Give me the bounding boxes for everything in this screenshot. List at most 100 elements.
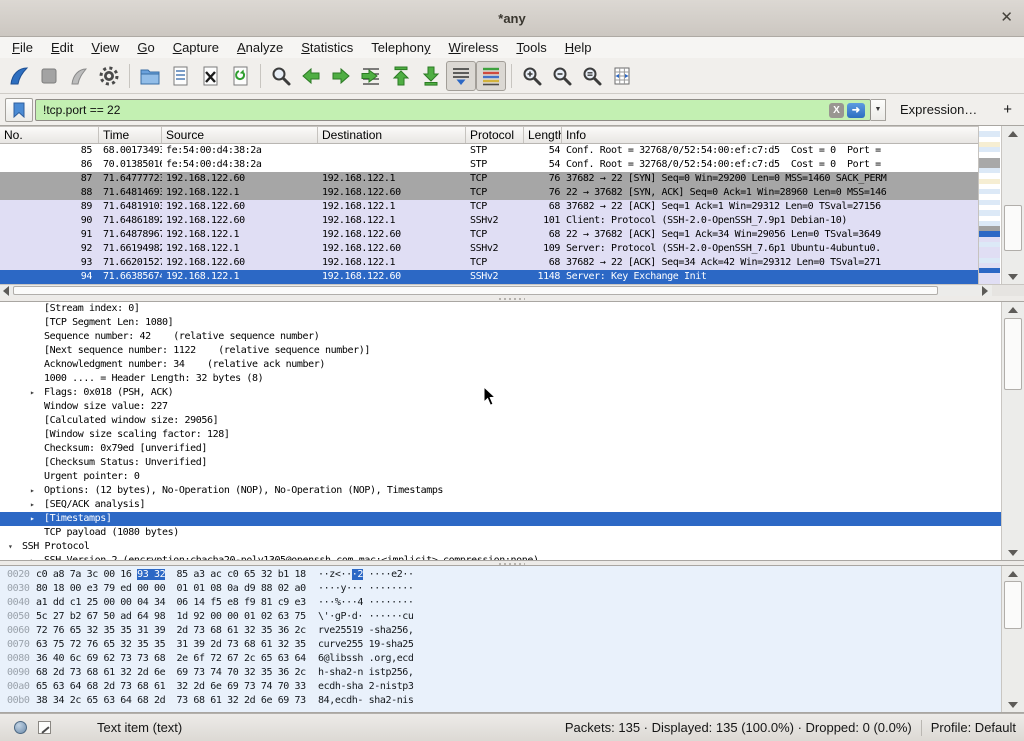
collapsed-arrow-icon[interactable]: ▸ — [30, 512, 34, 526]
packet-row-86[interactable]: 8670.013850163fe:54:00:d4:38:2aSTP54Conf… — [0, 158, 978, 172]
add-filter-button[interactable]: + — [1003, 101, 1012, 118]
column-header-no[interactable]: No. — [0, 127, 99, 143]
scroll-up-icon[interactable] — [1004, 127, 1022, 140]
collapsed-arrow-icon[interactable]: ▸ — [30, 386, 34, 400]
detail-line[interactable]: ▸Flags: 0x018 (PSH, ACK) — [0, 386, 1024, 400]
detail-line[interactable]: Urgent pointer: 0 — [0, 470, 1024, 484]
scroll-down-icon[interactable] — [1004, 270, 1022, 283]
expression-button[interactable]: Expression… — [900, 102, 977, 117]
expert-info-icon[interactable] — [14, 721, 27, 734]
menu-wireless[interactable]: Wireless — [440, 37, 508, 58]
save-file-button[interactable] — [165, 61, 195, 91]
menu-file[interactable]: File — [3, 37, 42, 58]
menu-capture[interactable]: Capture — [164, 37, 228, 58]
detail-line[interactable]: Window size value: 227 — [0, 400, 1024, 414]
menu-view[interactable]: View — [82, 37, 128, 58]
restart-capture-button[interactable] — [64, 61, 94, 91]
hex-row-0060[interactable]: 006072 76 65 32 35 35 31 39 2d 73 68 61 … — [0, 624, 1024, 638]
column-header-source[interactable]: Source — [162, 127, 318, 143]
zoom-out-button[interactable] — [547, 61, 577, 91]
go-last-button[interactable] — [416, 61, 446, 91]
packet-row-88[interactable]: 8871.648146932192.168.122.1192.168.122.6… — [0, 186, 978, 200]
hex-row-0090[interactable]: 009068 2d 73 68 61 32 2d 6e 69 73 74 70 … — [0, 666, 1024, 680]
packet-row-90[interactable]: 9071.648618924192.168.122.60192.168.122.… — [0, 214, 978, 228]
scroll-down-icon[interactable] — [1004, 546, 1022, 559]
filter-history-dropdown[interactable]: ▼ — [871, 99, 886, 121]
zoom-100-button[interactable] — [577, 61, 607, 91]
menu-help[interactable]: Help — [556, 37, 601, 58]
detail-line[interactable]: TCP payload (1080 bytes) — [0, 526, 1024, 540]
menu-tools[interactable]: Tools — [507, 37, 555, 58]
detail-line[interactable]: Checksum: 0x79ed [unverified] — [0, 442, 1024, 456]
vscroll-thumb[interactable] — [1004, 318, 1022, 390]
detail-line[interactable]: [Window size scaling factor: 128] — [0, 428, 1024, 442]
hscroll-thumb[interactable] — [13, 286, 938, 295]
detail-line[interactable]: ▾SSH Protocol — [0, 540, 1024, 554]
packet-row-87[interactable]: 8771.647777234192.168.122.60192.168.122.… — [0, 172, 978, 186]
collapsed-arrow-icon[interactable]: ▸ — [30, 554, 34, 561]
detail-line[interactable]: ▸Options: (12 bytes), No-Operation (NOP)… — [0, 484, 1024, 498]
detail-line[interactable]: [Checksum Status: Unverified] — [0, 456, 1024, 470]
menu-edit[interactable]: Edit — [42, 37, 82, 58]
profile-status[interactable]: Profile: Default — [931, 720, 1016, 735]
hex-row-00a0[interactable]: 00a065 63 64 68 2d 73 68 61 32 2d 6e 69 … — [0, 680, 1024, 694]
menu-telephony[interactable]: Telephony — [362, 37, 439, 58]
column-header-info[interactable]: Info — [562, 127, 978, 143]
hex-row-0050[interactable]: 00505c 27 b2 67 50 ad 64 98 1d 92 00 00 … — [0, 610, 1024, 624]
go-to-packet-button[interactable] — [356, 61, 386, 91]
scroll-up-icon[interactable] — [1004, 303, 1022, 316]
packet-row-85[interactable]: 8568.001734936fe:54:00:d4:38:2aSTP54Conf… — [0, 144, 978, 158]
zoom-in-button[interactable] — [517, 61, 547, 91]
capture-comment-icon[interactable] — [38, 721, 51, 734]
packet-row-91[interactable]: 9171.648789678192.168.122.1192.168.122.6… — [0, 228, 978, 242]
resize-columns-button[interactable] — [607, 61, 637, 91]
packet-list-hscrollbar[interactable] — [0, 284, 992, 296]
colorize-button[interactable] — [476, 61, 506, 91]
detail-line[interactable]: Sequence number: 42 (relative sequence n… — [0, 330, 1024, 344]
hex-row-0080[interactable]: 008036 40 6c 69 62 73 73 68 2e 6f 72 67 … — [0, 652, 1024, 666]
hex-row-0020[interactable]: 0020c0 a8 7a 3c 00 16 93 32 85 a3 ac c0 … — [0, 568, 1024, 582]
column-header-time[interactable]: Time — [99, 127, 162, 143]
close-icon[interactable]: ✕ — [1000, 0, 1013, 36]
stop-capture-button[interactable] — [34, 61, 64, 91]
scroll-down-icon[interactable] — [1004, 698, 1022, 711]
vscroll-thumb[interactable] — [1004, 581, 1022, 629]
hex-row-0030[interactable]: 003080 18 00 e3 79 ed 00 00 01 01 08 0a … — [0, 582, 1024, 596]
detail-line-selected[interactable]: ▸[Timestamps] — [0, 512, 1024, 526]
packet-row-93[interactable]: 9371.662015274192.168.122.60192.168.122.… — [0, 256, 978, 270]
menu-statistics[interactable]: Statistics — [292, 37, 362, 58]
packet-row-94[interactable]: 9471.663856741192.168.122.1192.168.122.6… — [0, 270, 978, 284]
packet-list-vscrollbar[interactable] — [1001, 126, 1024, 284]
detail-line[interactable]: [Next sequence number: 1122 (relative se… — [0, 344, 1024, 358]
scroll-up-icon[interactable] — [1004, 567, 1022, 580]
collapsed-arrow-icon[interactable]: ▸ — [30, 498, 34, 512]
column-header-protocol[interactable]: Protocol — [466, 127, 524, 143]
display-filter-input[interactable]: !tcp.port == 22 X ➜ — [35, 99, 871, 121]
scroll-right-icon[interactable] — [979, 286, 991, 296]
detail-line[interactable]: [Stream index: 0] — [0, 302, 1024, 316]
filter-clear-icon[interactable]: X — [829, 103, 844, 118]
collapsed-arrow-icon[interactable]: ▸ — [30, 484, 34, 498]
filter-bookmark-button[interactable] — [5, 98, 33, 122]
detail-line[interactable]: [Calculated window size: 29056] — [0, 414, 1024, 428]
packet-row-89[interactable]: 8971.648191037192.168.122.60192.168.122.… — [0, 200, 978, 214]
packet-row-92[interactable]: 9271.661949820192.168.122.1192.168.122.6… — [0, 242, 978, 256]
capture-options-button[interactable] — [94, 61, 124, 91]
filter-apply-icon[interactable]: ➜ — [847, 103, 865, 118]
auto-scroll-button[interactable] — [446, 61, 476, 91]
close-file-button[interactable] — [195, 61, 225, 91]
menu-analyze[interactable]: Analyze — [228, 37, 292, 58]
detail-line[interactable]: 1000 .... = Header Length: 32 bytes (8) — [0, 372, 1024, 386]
vscroll-thumb[interactable] — [1004, 205, 1022, 251]
detail-line[interactable]: Acknowledgment number: 34 (relative ack … — [0, 358, 1024, 372]
find-packet-button[interactable] — [266, 61, 296, 91]
open-file-button[interactable] — [135, 61, 165, 91]
details-vscrollbar[interactable] — [1001, 302, 1024, 560]
go-back-button[interactable] — [296, 61, 326, 91]
go-forward-button[interactable] — [326, 61, 356, 91]
hex-row-0070[interactable]: 007063 75 72 76 65 32 35 35 31 39 2d 73 … — [0, 638, 1024, 652]
detail-line[interactable]: [TCP Segment Len: 1080] — [0, 316, 1024, 330]
hex-row-00b0[interactable]: 00b038 34 2c 65 63 64 68 2d 73 68 61 32 … — [0, 694, 1024, 708]
column-header-length[interactable]: Length — [524, 127, 562, 143]
intelligent-scrollbar-minimap[interactable] — [978, 126, 1000, 284]
